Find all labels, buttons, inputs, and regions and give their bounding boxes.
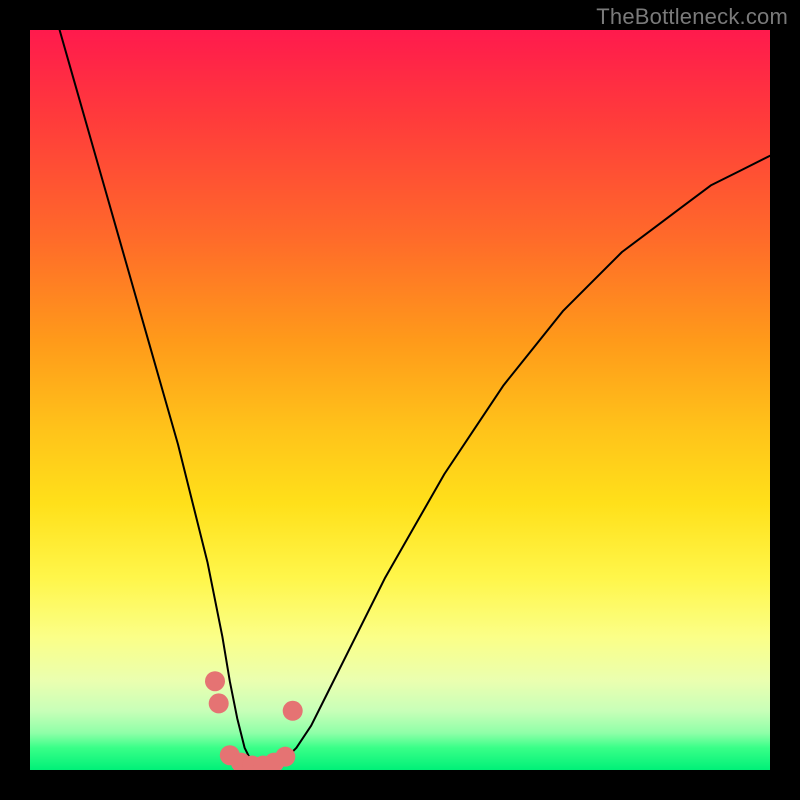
curve-markers xyxy=(205,671,303,770)
curve-marker xyxy=(275,747,295,767)
curve-marker xyxy=(205,671,225,691)
chart-svg xyxy=(30,30,770,770)
chart-plot-area xyxy=(30,30,770,770)
watermark-text: TheBottleneck.com xyxy=(596,4,788,30)
bottleneck-curve xyxy=(60,30,770,770)
curve-marker xyxy=(209,693,229,713)
curve-marker xyxy=(283,701,303,721)
chart-frame: TheBottleneck.com xyxy=(0,0,800,800)
